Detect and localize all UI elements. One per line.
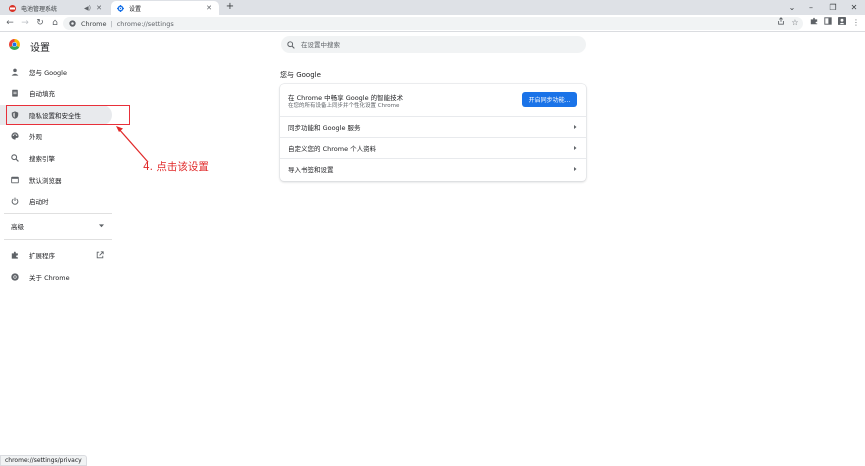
search-input[interactable] [301,40,581,49]
person-icon [11,68,19,76]
sidebar-item-about-chrome[interactable]: 关于 Chrome [0,267,112,287]
home-button[interactable]: ⌂ [49,17,61,29]
forward-button[interactable]: → [19,17,31,29]
turn-on-sync-button[interactable]: 开启同步功能... [522,92,577,107]
chevron-right-icon [572,166,578,172]
external-link-icon [96,251,104,259]
sidebar-item-label: 高级 [11,223,24,231]
sidebar-item-extensions[interactable]: 扩展程序 [0,245,112,265]
sidebar-item-label: 搜索引擎 [29,155,55,163]
row-label: 导入书签和设置 [288,166,334,174]
clipboard-icon [11,89,19,97]
section-heading: 您与 Google [280,71,321,79]
restore-button[interactable]: ❐ [822,0,844,15]
tab-settings[interactable]: 设置 ✕ [111,1,219,15]
sidebar-item-label: 启动时 [29,198,49,206]
url-text: chrome://settings [116,19,174,28]
close-icon[interactable]: ✕ [205,4,213,12]
tab-strip: 电池管理系统 ◀) ✕ 设置 ✕ + ⌄ – ❐ ✕ [0,0,865,15]
address-bar[interactable]: Chrome | chrome://settings [63,17,803,30]
palette-icon [11,132,19,140]
share-icon[interactable] [775,17,787,29]
chevron-right-icon [572,145,578,151]
sidebar-item-default-browser[interactable]: 默认浏览器 [0,170,112,190]
tab-title: 电池管理系统 [21,5,58,13]
more-menu-icon[interactable]: ⋮ [850,17,862,29]
sidebar-item-search-engine[interactable]: 搜索引擎 [0,148,112,168]
sidebar-item-label: 自动填充 [29,90,55,98]
sidebar-item-label: 您与 Google [29,69,67,77]
site-label: Chrome [81,19,107,28]
sidebar-item-label: 默认浏览器 [29,177,62,185]
import-bookmarks-row[interactable]: 导入书签和设置 [280,158,586,179]
sync-promo-row: 在 Chrome 中畅享 Google 的智能技术 在您的所有设备上同步并个性化… [280,84,586,116]
tab-battery-system[interactable]: 电池管理系统 ◀) ✕ [3,1,109,15]
sidebar-item-label: 扩展程序 [29,252,55,260]
close-window-button[interactable]: ✕ [843,0,865,15]
toolbar: ← → ↻ ⌂ Chrome | chrome://settings ☆ ⋮ [0,15,865,32]
you-and-google-card: 在 Chrome 中畅享 Google 的智能技术 在您的所有设备上同步并个性化… [280,84,586,181]
sync-promo-subtitle: 在您的所有设备上同步并个性化设置 Chrome [288,103,400,109]
customize-profile-row[interactable]: 自定义您的 Chrome 个人资料 [280,137,586,158]
chrome-logo-icon [9,39,20,50]
search-icon [11,154,19,162]
chevron-right-icon [572,124,578,130]
speaker-icon[interactable]: ◀) [84,5,91,12]
puzzle-icon [11,251,19,259]
profile-avatar-icon[interactable] [836,17,848,29]
back-button[interactable]: ← [4,17,16,29]
minimize-button[interactable]: – [800,0,822,15]
annotation-text: 4. 点击该设置 [143,161,209,173]
side-panel-icon[interactable] [822,17,834,29]
power-icon [11,197,19,205]
sidebar-divider [4,239,112,240]
sidebar-item-appearance[interactable]: 外观 [0,126,112,146]
sync-services-row[interactable]: 同步功能和 Google 服务 [280,116,586,137]
settings-search-box[interactable] [281,36,586,53]
page-title: 设置 [30,43,50,54]
url-separator: | [110,19,113,28]
chrome-logo-icon [69,20,76,27]
site-favicon-icon [9,4,16,12]
row-label: 自定义您的 Chrome 个人资料 [288,145,377,153]
row-label: 同步功能和 Google 服务 [288,124,361,132]
close-icon[interactable]: ✕ [95,4,103,12]
reload-button[interactable]: ↻ [34,17,46,29]
extensions-puzzle-icon[interactable] [808,17,820,29]
sidebar-item-on-startup[interactable]: 启动时 [0,191,112,211]
bookmark-star-icon[interactable]: ☆ [789,17,801,29]
sidebar-advanced-toggle[interactable]: 高级 [0,216,112,236]
gear-icon [117,4,124,12]
sidebar-item-label: 关于 Chrome [29,274,70,282]
sidebar-item-label: 外观 [29,133,42,141]
status-bar-url: chrome://settings/privacy [0,455,87,466]
new-tab-button[interactable]: + [224,1,236,13]
sidebar-item-you-and-google[interactable]: 您与 Google [0,62,112,82]
chrome-logo-icon [11,273,19,281]
caret-down-icon [99,224,104,228]
search-icon [287,40,295,49]
tab-title: 设置 [129,5,142,13]
sidebar-divider [4,213,112,214]
sidebar-item-autofill[interactable]: 自动填充 [0,83,112,103]
browser-icon [11,176,19,184]
